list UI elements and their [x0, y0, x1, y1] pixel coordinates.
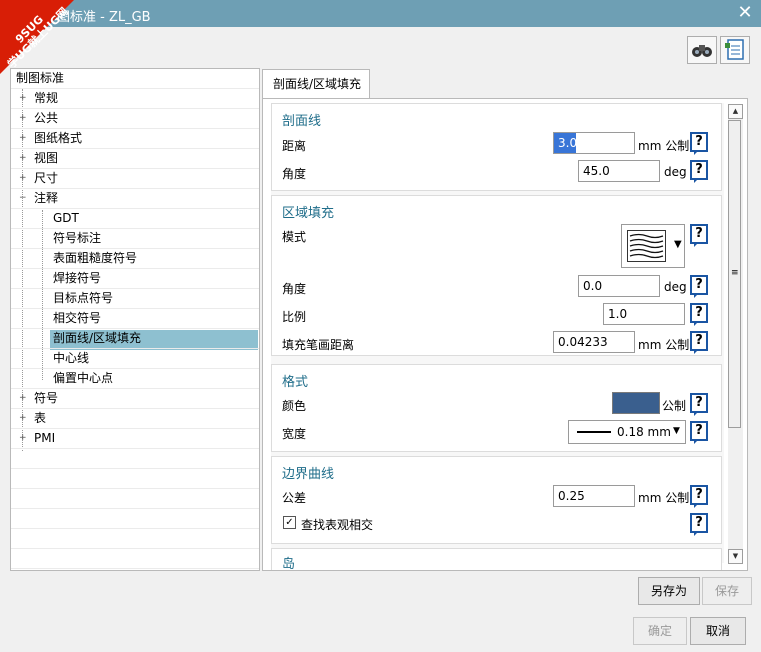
tree-item[interactable]: 偏置中心点	[11, 369, 259, 389]
tree-item[interactable]: − 注释	[11, 189, 259, 209]
fill-angle-input[interactable]	[578, 275, 660, 297]
pattern-preview-icon	[627, 230, 666, 262]
grip-icon: ≡	[731, 268, 739, 278]
area-fill-group: 区域填充 模式 ▼ ? 角度 deg ? 比例 ? 填充笔画距离 mm 公制 ?	[271, 195, 722, 356]
tolerance-unit: mm 公制	[638, 491, 690, 505]
tree-empty-row	[11, 489, 259, 509]
tree-item[interactable]: + 图纸格式	[11, 129, 259, 149]
binoculars-icon[interactable]	[687, 36, 717, 64]
panel-scrollbar[interactable]: ▲ ≡ ▼	[728, 104, 743, 564]
tree-item[interactable]: 焊接符号	[11, 269, 259, 289]
scroll-down-icon[interactable]: ▼	[728, 549, 743, 564]
hatch-angle-unit: deg	[664, 165, 687, 179]
group-title-island: 岛	[282, 557, 296, 571]
standards-tree[interactable]: 制图标准 + 常规 + 公共 + 图纸格式 + 视图 + 尺寸 − 注释 GDT 符号标注 …	[10, 68, 260, 571]
scale-input[interactable]	[603, 303, 685, 325]
tree-item[interactable]: 相交符号	[11, 309, 259, 329]
find-intersect-checkbox[interactable]: ✓	[283, 516, 296, 529]
group-title-hatch: 剖面线	[282, 114, 322, 129]
help-icon[interactable]: ?	[690, 513, 708, 536]
line-sample	[577, 431, 611, 433]
help-icon[interactable]: ?	[690, 132, 708, 155]
boundary-group: 边界曲线 公差 mm 公制 ? ✓ 查找表观相交 ?	[271, 456, 722, 544]
help-icon[interactable]: ?	[690, 421, 708, 444]
width-label: 宽度	[282, 427, 307, 441]
save-button[interactable]: 保存	[702, 577, 752, 605]
tree-item[interactable]: + PMI	[11, 429, 259, 449]
distance-label: 距离	[282, 139, 307, 153]
scroll-thumb[interactable]: ≡	[728, 120, 741, 428]
group-title-area-fill: 区域填充	[282, 206, 335, 221]
color-swatch[interactable]	[612, 392, 660, 414]
help-icon[interactable]: ?	[690, 485, 708, 508]
help-icon[interactable]: ?	[690, 160, 708, 183]
tree-empty-row	[11, 549, 259, 569]
help-icon[interactable]: ?	[690, 331, 708, 354]
distance-unit: mm 公制	[638, 139, 690, 153]
island-group: 岛	[271, 548, 722, 571]
help-icon[interactable]: ?	[690, 224, 708, 247]
tolerance-label: 公差	[282, 491, 307, 505]
tree-item[interactable]: + 常规	[11, 89, 259, 109]
tree-empty-row	[11, 529, 259, 549]
format-group: 格式 颜色 公制 ? 宽度 0.18 mm ▼ ?	[271, 364, 722, 452]
color-label: 颜色	[282, 399, 307, 413]
tree-item[interactable]: + 尺寸	[11, 169, 259, 189]
group-title-format: 格式	[282, 375, 309, 390]
help-icon[interactable]: ?	[690, 393, 708, 416]
tree-empty-row	[11, 469, 259, 489]
hatch-group: 剖面线 距离 mm 公制 ? 角度 deg ?	[271, 103, 722, 191]
fill-angle-label: 角度	[282, 282, 307, 296]
tree-item[interactable]: + 表	[11, 409, 259, 429]
help-icon[interactable]: ?	[690, 303, 708, 326]
tree-item[interactable]: 中心线	[11, 349, 259, 369]
pattern-label: 模式	[282, 230, 307, 244]
fill-angle-unit: deg	[664, 280, 687, 294]
document-list-icon[interactable]	[720, 36, 750, 64]
width-dropdown[interactable]: 0.18 mm ▼	[568, 420, 686, 444]
tolerance-input[interactable]	[553, 485, 635, 507]
pattern-selector[interactable]: ▼	[621, 224, 685, 268]
chevron-down-icon[interactable]: ▼	[673, 426, 680, 436]
tree-item[interactable]: + 公共	[11, 109, 259, 129]
scroll-up-icon[interactable]: ▲	[728, 104, 743, 119]
tab-hatch-fill[interactable]: 剖面线/区域填充	[262, 69, 370, 99]
pen-distance-input[interactable]	[553, 331, 635, 353]
find-intersect-label: 查找表观相交	[301, 518, 374, 532]
close-icon[interactable]: ✕	[735, 3, 755, 23]
tree-item[interactable]: + 符号	[11, 389, 259, 409]
help-icon[interactable]: ?	[690, 275, 708, 298]
group-title-boundary: 边界曲线	[282, 467, 335, 482]
scale-label: 比例	[282, 310, 307, 324]
tree-root[interactable]: 制图标准	[11, 69, 259, 89]
tree-empty-row	[11, 509, 259, 529]
tree-item[interactable]: GDT	[11, 209, 259, 229]
ok-button[interactable]: 确定	[633, 617, 687, 645]
cancel-button[interactable]: 取消	[690, 617, 746, 645]
tree-item[interactable]: 目标点符号	[11, 289, 259, 309]
title-bar: 图标准 - ZL_GB ✕	[0, 0, 761, 27]
hatch-angle-label: 角度	[282, 167, 307, 181]
width-value: 0.18 mm	[617, 425, 671, 439]
tree-item[interactable]: + 视图	[11, 149, 259, 169]
distance-input[interactable]	[553, 132, 635, 154]
tree-item[interactable]: 表面粗糙度符号	[11, 249, 259, 269]
tree-item[interactable]: 符号标注	[11, 229, 259, 249]
hatch-angle-input[interactable]	[578, 160, 660, 182]
save-as-button[interactable]: 另存为	[638, 577, 700, 605]
color-unit: 公制	[662, 399, 687, 413]
pen-distance-unit: mm 公制	[638, 338, 690, 352]
chevron-down-icon[interactable]: ▼	[674, 239, 682, 250]
tree-item-selected[interactable]: 剖面线/区域填充	[11, 329, 259, 349]
pen-distance-label: 填充笔画距离	[282, 338, 355, 352]
tree-empty-row	[11, 449, 259, 469]
settings-panel: 剖面线 距离 mm 公制 ? 角度 deg ? 区域填充 模式 ▼ ? 角度	[262, 98, 748, 571]
